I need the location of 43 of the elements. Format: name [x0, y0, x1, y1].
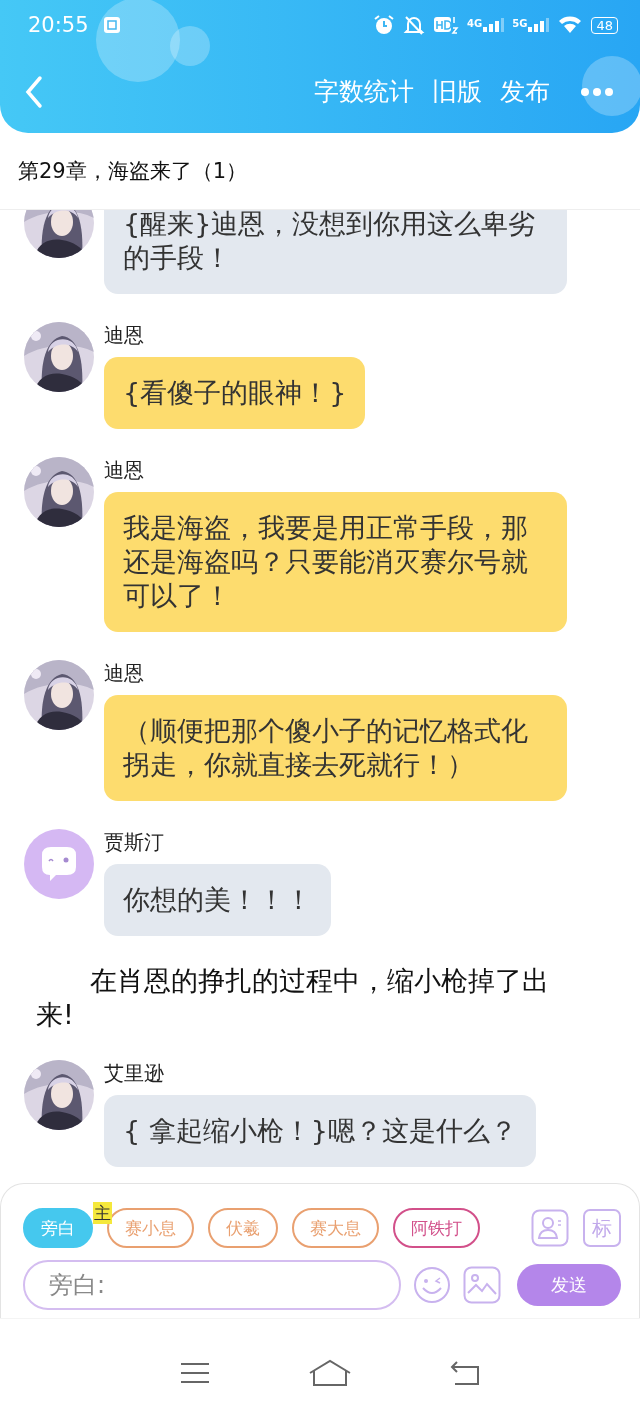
message-bubble: {看傻子的眼神！} [104, 357, 366, 429]
network-label: 4G [467, 18, 483, 29]
app-notification-icon [102, 16, 121, 34]
sender-name: 迪恩 [104, 457, 144, 483]
header-bubble-decoration [582, 56, 640, 116]
header-action[interactable]: 字数统计 [314, 75, 414, 108]
image-icon[interactable] [463, 1266, 501, 1304]
back-nav-icon[interactable] [449, 1360, 482, 1386]
home-icon[interactable] [308, 1359, 352, 1387]
message-bubble: 你想的美！！！ [104, 864, 331, 936]
sender-name: 贾斯汀 [104, 829, 164, 855]
sender-name: 迪恩 [104, 660, 144, 686]
message-bubble: { 拿起缩小枪！}嗯？这是什么？ [104, 1095, 536, 1167]
back-icon[interactable] [24, 74, 44, 109]
hd-icon [433, 14, 460, 36]
header-action[interactable]: 发布 [500, 75, 550, 108]
sender-name: 艾里逊 [104, 1060, 164, 1086]
message-input[interactable]: 旁白: [23, 1260, 401, 1310]
narration-text: 在肖恩的挣扎的过程中，缩小枪掉了出来! [36, 964, 550, 1032]
main-role-badge: 主 [93, 1202, 112, 1224]
character-chip[interactable]: 旁白 [23, 1208, 93, 1248]
alarm-icon [373, 14, 396, 36]
message-bubble: （顺便把那个傻小子的记忆格式化拐走，你就直接去死就行！） [104, 695, 567, 801]
person-card-icon[interactable] [531, 1209, 569, 1247]
more-icon[interactable] [580, 86, 614, 97]
message-bubble: 我是海盗，我要是用正常手段，那还是海盗吗？只要能消灭赛尔号就可以了！ [104, 492, 567, 632]
character-chip[interactable]: 赛大息 [292, 1208, 379, 1248]
sender-name: 迪恩 [104, 322, 144, 348]
emoji-icon[interactable] [413, 1266, 451, 1304]
network-label: 5G [512, 18, 528, 29]
menu-icon[interactable] [178, 1361, 211, 1385]
character-chip[interactable]: 阿铁打 [393, 1208, 480, 1248]
default-avatar-icon [24, 829, 94, 899]
signal-icon [482, 18, 505, 32]
status-time: 20:55 [28, 13, 89, 37]
mute-bell-icon [403, 14, 426, 36]
character-chip[interactable]: 伏羲 [208, 1208, 278, 1248]
tag-button[interactable]: 标 [583, 1209, 621, 1247]
signal-icon [527, 18, 550, 32]
header-action[interactable]: 旧版 [432, 75, 482, 108]
message-bubble: {醒来}迪恩，没想到你用这么卑劣的手段！ [104, 210, 567, 294]
battery-indicator: 48 [591, 16, 618, 34]
send-button[interactable]: 发送 [517, 1264, 621, 1306]
